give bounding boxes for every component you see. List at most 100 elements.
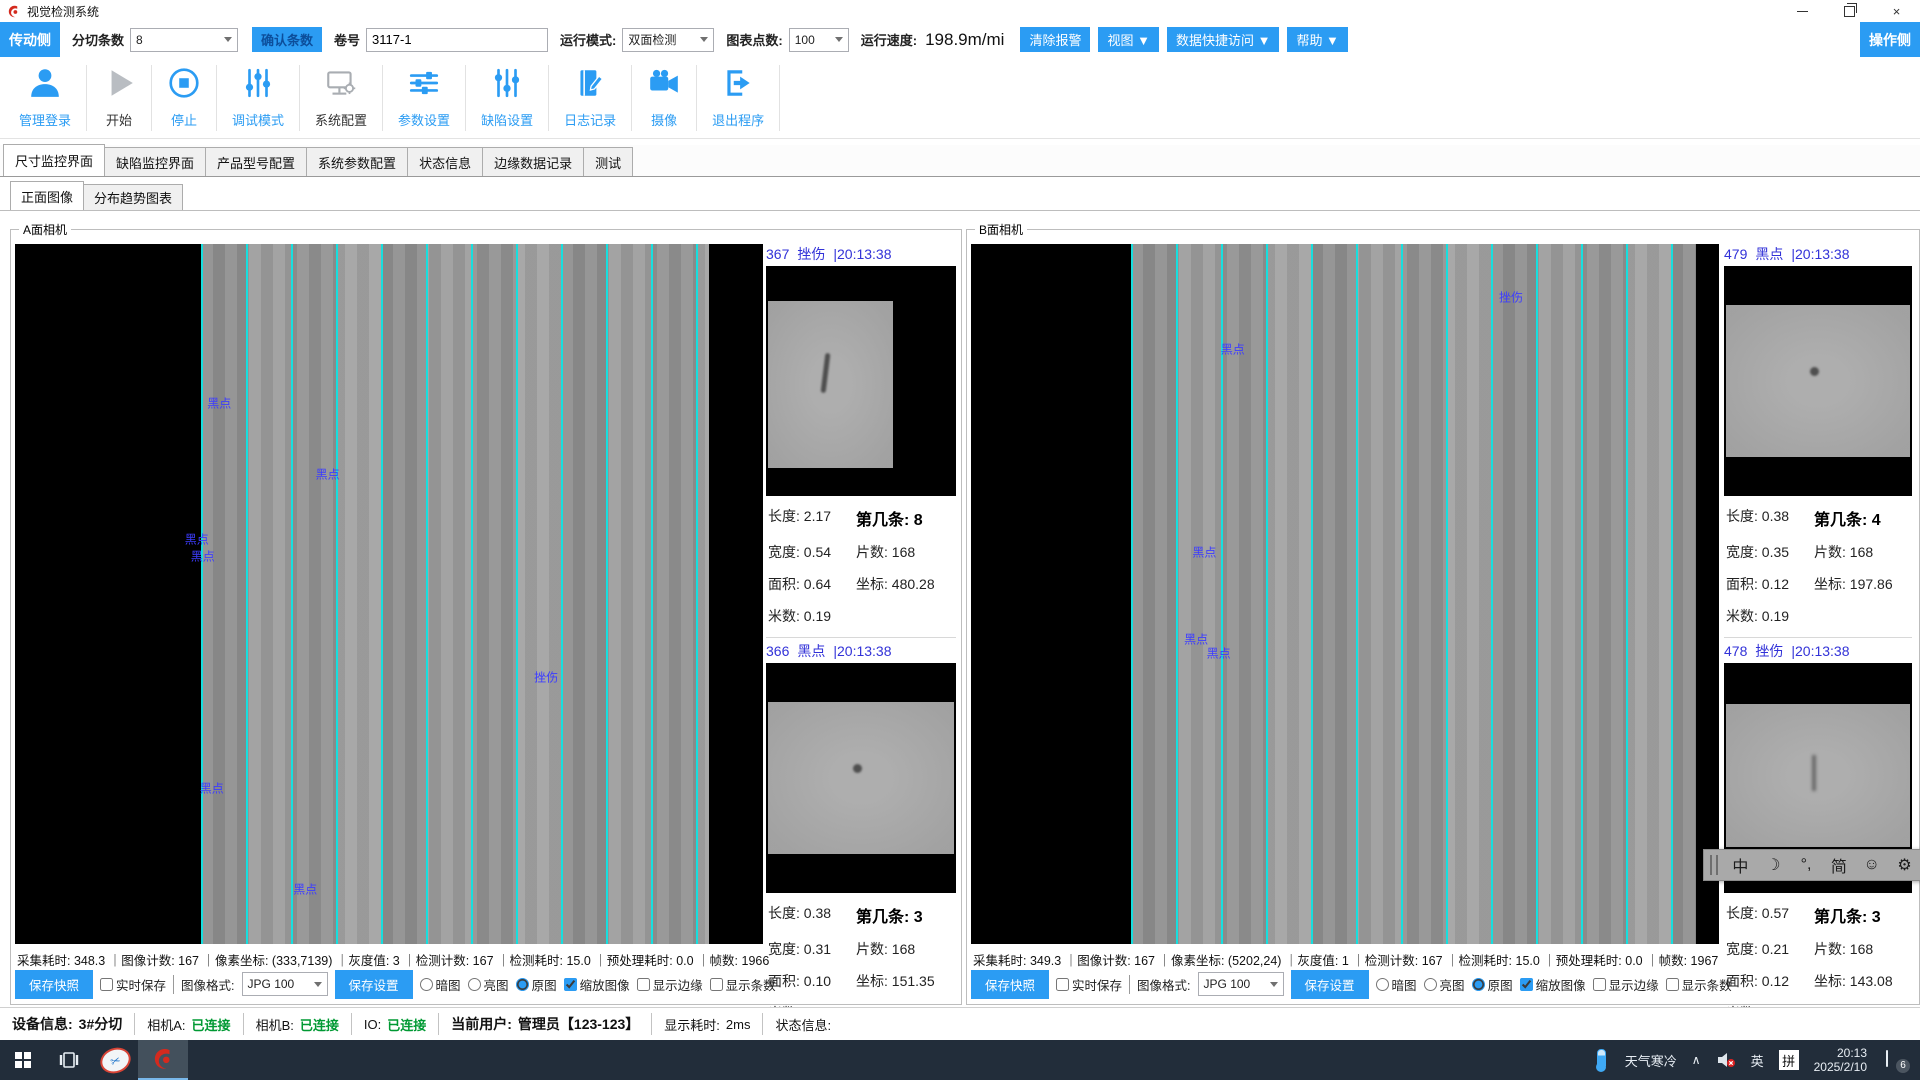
chart-points-select[interactable]: 100 — [789, 28, 849, 52]
toolbar-item-调试模式[interactable]: 调试模式 — [217, 65, 300, 131]
weather-text[interactable]: 天气寒冷 — [1625, 1051, 1677, 1070]
punctuation-icon[interactable]: °, — [1790, 856, 1823, 874]
toolbar-item-参数设置[interactable]: 参数设置 — [383, 65, 466, 131]
toolbar-item-日志记录[interactable]: 日志记录 — [549, 65, 632, 131]
original-image-radio[interactable]: 原图 — [516, 975, 557, 994]
dark-image-radio[interactable]: 暗图 — [420, 975, 461, 994]
restore-button[interactable] — [1826, 0, 1873, 22]
ime-language-indicator[interactable]: 英 — [1751, 1051, 1764, 1070]
save-snapshot-button[interactable]: 保存快照 — [971, 970, 1049, 999]
run-mode-label: 运行模式: — [560, 30, 616, 49]
defect-time: |20:13:38 — [833, 246, 891, 262]
thermometer-icon — [1597, 1049, 1606, 1066]
image-format-select[interactable]: JPG 100 — [242, 972, 328, 996]
taskbar-clock[interactable]: 20:13 2025/2/10 — [1814, 1046, 1867, 1074]
defect-time: |20:13:38 — [1791, 246, 1849, 262]
user-icon — [28, 66, 62, 105]
defect-strip-no: 第几条: 3 — [856, 903, 954, 927]
view-menu-button[interactable]: 视图 ▼ — [1098, 27, 1158, 52]
toolbar-item-开始[interactable]: 开始 — [87, 65, 152, 131]
bright-image-radio[interactable]: 亮图 — [468, 975, 509, 994]
data-quick-access-menu-button[interactable]: 数据快捷访问 ▼ — [1167, 27, 1279, 52]
toolbar-item-缺陷设置[interactable]: 缺陷设置 — [466, 65, 549, 131]
tab-测试[interactable]: 测试 — [583, 147, 633, 176]
web-strip-image — [201, 244, 709, 944]
exit-icon — [721, 66, 755, 105]
zoom-image-checkbox[interactable]: 缩放图像 — [564, 975, 630, 994]
start-button[interactable] — [0, 1040, 46, 1080]
save-settings-button[interactable]: 保存设置 — [1291, 970, 1369, 999]
camera-a-image[interactable]: 黑点黑点黑点黑点挫伤黑点黑点 — [15, 244, 763, 944]
minimize-button[interactable] — [1779, 0, 1826, 22]
moon-icon[interactable]: ☽ — [1757, 855, 1790, 875]
ime-mode-icon[interactable]: 拼 — [1779, 1050, 1799, 1070]
tab-状态信息[interactable]: 状态信息 — [407, 147, 483, 176]
status-value: 已连接 — [192, 1015, 231, 1034]
zoom-image-checkbox[interactable]: 缩放图像 — [1520, 975, 1586, 994]
image-format-label: 图像格式: — [1129, 975, 1190, 994]
volume-muted-icon[interactable] — [1716, 1052, 1736, 1068]
defect-card[interactable]: 367 挫伤 |20:13:38 长度: 2.17 第几条: 8 宽度: 0.5… — [766, 244, 956, 630]
tab-分布趋势图表[interactable]: 分布趋势图表 — [83, 184, 183, 210]
scissors-icon: ✂ — [96, 1043, 134, 1077]
bright-image-radio[interactable]: 亮图 — [1424, 975, 1465, 994]
show-edge-checkbox[interactable]: 显示边缘 — [1593, 975, 1659, 994]
close-button[interactable]: × — [1873, 0, 1920, 22]
realtime-save-checkbox[interactable]: 实时保存 — [100, 975, 166, 994]
status-value: 3#分切 — [79, 1014, 123, 1034]
confirm-count-button[interactable]: 确认条数 — [252, 27, 322, 52]
chevron-down-icon — [1270, 982, 1278, 987]
clear-alarm-button[interactable]: 清除报警 — [1020, 27, 1090, 52]
toolbar-item-管理登录[interactable]: 管理登录 — [4, 65, 87, 131]
defect-marker-label: 黑点 — [200, 779, 224, 796]
chinese-mode-icon[interactable]: 中 — [1724, 853, 1757, 877]
roll-number-input[interactable] — [366, 28, 548, 52]
task-view-button[interactable] — [46, 1040, 92, 1080]
toolbar-item-label: 系统配置 — [315, 110, 367, 129]
defect-sliders-icon — [490, 66, 524, 105]
slit-count-value: 8 — [136, 33, 143, 47]
sub-tabs: 正面图像分布趋势图表 — [0, 182, 1920, 211]
defect-card[interactable]: 479 黑点 |20:13:38 长度: 0.38 第几条: 4 宽度: 0.3… — [1724, 244, 1912, 630]
show-count-checkbox[interactable]: 显示条数 — [710, 975, 776, 994]
roll-number-label: 卷号 — [334, 30, 360, 49]
emoji-icon[interactable]: ☺ — [1855, 856, 1888, 874]
save-settings-button[interactable]: 保存设置 — [335, 970, 413, 999]
status-value: 管理员【123-123】 — [518, 1014, 639, 1034]
minimize-icon — [1797, 11, 1808, 12]
defect-snapshot-area — [1726, 305, 1910, 457]
tab-产品型号配置[interactable]: 产品型号配置 — [205, 147, 307, 176]
settings-gear-icon[interactable]: ⚙ — [1888, 855, 1920, 875]
active-app-taskbar-button[interactable] — [138, 1040, 188, 1080]
show-count-checkbox[interactable]: 显示条数 — [1666, 975, 1732, 994]
image-format-select[interactable]: JPG 100 — [1198, 972, 1284, 996]
slit-count-select[interactable]: 8 — [130, 28, 238, 52]
tab-缺陷监控界面[interactable]: 缺陷监控界面 — [104, 147, 206, 176]
camera-b-image[interactable]: 挫伤黑点黑点黑点黑点 — [971, 244, 1719, 944]
drag-handle-icon[interactable] — [1710, 855, 1718, 875]
tab-边缘数据记录[interactable]: 边缘数据记录 — [482, 147, 584, 176]
app-logo-icon — [6, 4, 21, 19]
run-mode-select[interactable]: 双面检测 — [622, 28, 714, 52]
drive-side-button[interactable]: 传动侧 — [0, 22, 60, 57]
dark-image-radio[interactable]: 暗图 — [1376, 975, 1417, 994]
tab-尺寸监控界面[interactable]: 尺寸监控界面 — [3, 144, 105, 176]
toolbar-item-摄像[interactable]: 摄像 — [632, 65, 697, 131]
tab-系统参数配置[interactable]: 系统参数配置 — [306, 147, 408, 176]
hidden-icons-chevron[interactable]: ∧ — [1692, 1053, 1701, 1067]
snipping-tool-button[interactable]: ✂ — [92, 1040, 138, 1080]
simplified-chinese-icon[interactable]: 简 — [1822, 853, 1855, 877]
action-center-button[interactable]: 6 — [1886, 1051, 1908, 1070]
defect-marker-label: 黑点 — [185, 531, 209, 548]
realtime-save-checkbox[interactable]: 实时保存 — [1056, 975, 1122, 994]
toolbar-item-停止[interactable]: 停止 — [152, 65, 217, 131]
toolbar-item-退出程序[interactable]: 退出程序 — [697, 65, 780, 131]
status-label: IO: — [364, 1017, 381, 1032]
operate-side-button[interactable]: 操作侧 — [1860, 22, 1920, 57]
original-image-radio[interactable]: 原图 — [1472, 975, 1513, 994]
tab-正面图像[interactable]: 正面图像 — [10, 181, 84, 210]
save-snapshot-button[interactable]: 保存快照 — [15, 970, 93, 999]
toolbar-item-系统配置[interactable]: 系统配置 — [300, 65, 383, 131]
show-edge-checkbox[interactable]: 显示边缘 — [637, 975, 703, 994]
help-menu-button[interactable]: 帮助 ▼ — [1287, 27, 1347, 52]
